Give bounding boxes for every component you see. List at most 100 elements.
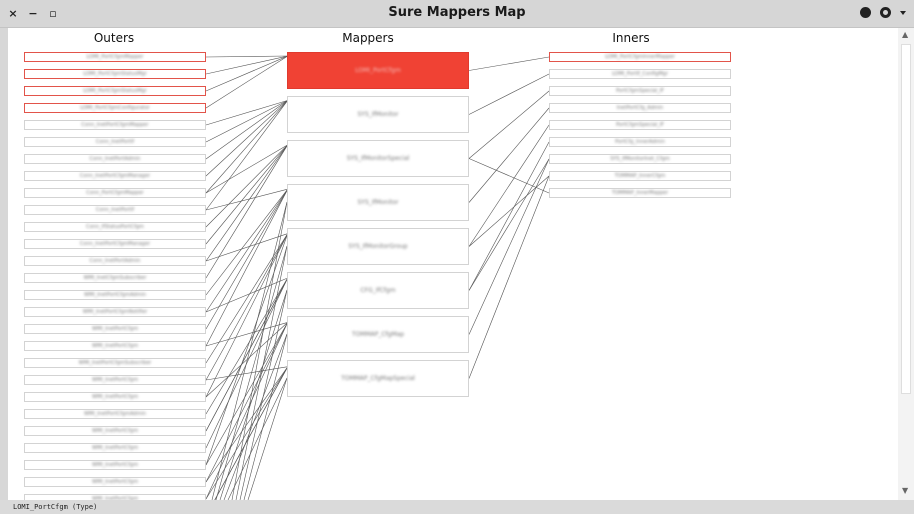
outer-node-label: Conn_InetPortCfgmManager — [79, 241, 151, 247]
outer-node[interactable]: Conn_InetPortCfgmManager — [24, 171, 206, 181]
inner-node[interactable]: LOMI_PortIf_ConfigMgr — [549, 69, 731, 79]
inner-node-label: SYS_IfMonitorInet_Cfgm — [610, 156, 670, 162]
outer-node[interactable]: Conn_InetPortCfgmManager — [24, 239, 206, 249]
scroll-up-icon[interactable]: ▲ — [902, 30, 908, 39]
ring-icon[interactable] — [880, 7, 891, 18]
outer-node-label: WMI_InetPortCfgm — [91, 343, 139, 349]
connection-line — [205, 189, 288, 211]
outer-node[interactable]: Conn_InetPortIf — [24, 205, 206, 215]
mappers-header: Mappers — [342, 31, 394, 45]
outer-node[interactable]: LOMI_PortCfgmConfigurator — [24, 103, 206, 113]
mapper-node[interactable]: CFG_IfCfgm — [287, 272, 469, 309]
outer-node-label: Conn_InetPortIf — [95, 139, 135, 145]
connection-line — [205, 55, 288, 58]
inner-node[interactable]: TOMMAP_InnerMapper — [549, 188, 731, 198]
window-title: Sure Mappers Map — [388, 5, 526, 20]
inner-node[interactable]: InetPortCfg_Admin — [549, 103, 731, 113]
outer-node[interactable]: WMI_InetPortCfgm — [24, 477, 206, 487]
outer-node[interactable]: LOMI_PortCfgmStatusMgr — [24, 86, 206, 96]
outer-node-label: LOMI_PortCfgmStatusMgr — [83, 71, 147, 77]
scroll-thumb[interactable] — [901, 44, 911, 394]
outer-node[interactable]: LOMI_PortCfgmMapper — [24, 52, 206, 62]
outer-node[interactable]: LOMI_PortCfgmStatusMgr — [24, 69, 206, 79]
outer-node-label: Conn_InetPortAdmin — [89, 156, 141, 162]
connection-line — [205, 145, 288, 262]
inner-node[interactable]: SYS_IfMonitorInet_Cfgm — [549, 154, 731, 164]
inner-node[interactable]: PortCfgmSpecial_IF — [549, 86, 731, 96]
connection-line — [235, 245, 288, 500]
outer-node-label: WMI_InetPortCfgm — [91, 445, 139, 451]
mapper-node-label: LOMI_PortCfgm — [355, 67, 401, 74]
mapper-node-label: SYS_IfMonitorGroup — [348, 243, 408, 250]
outer-node[interactable]: WMI_InetPortCfgmAdmin — [24, 290, 206, 300]
mapper-node[interactable]: LOMI_PortCfgm — [287, 52, 469, 89]
connection-line — [205, 101, 288, 211]
connection-line — [219, 289, 288, 500]
outer-node-label: LOMI_PortCfgmStatusMgr — [83, 88, 147, 94]
inner-node-label: TOMMAP_InnerMapper — [611, 190, 669, 196]
connection-line — [205, 145, 288, 228]
outer-node-label: WMI_InetPortCfgmNotifier — [82, 309, 148, 315]
outer-node-label: WMI_InetPortCfgmSubscriber — [78, 360, 152, 366]
outer-node[interactable]: Conn_IfStatusPortCfgm — [24, 222, 206, 232]
outer-node[interactable]: WMI_InetPortCfgm — [24, 341, 206, 351]
connection-line — [205, 145, 288, 245]
connection-line — [468, 107, 550, 203]
connection-line — [468, 175, 550, 247]
mapper-node-label: SYS_IfMonitor — [357, 111, 399, 118]
scroll-down-icon[interactable]: ▼ — [902, 486, 908, 495]
outer-node[interactable]: WMI_InetPortCfgm — [24, 426, 206, 436]
outer-node[interactable]: WMI_InetPortCfgmAdmin — [24, 409, 206, 419]
outer-node[interactable]: Conn_InetPortIf — [24, 137, 206, 147]
mapper-node[interactable]: SYS_IfMonitor — [287, 96, 469, 133]
inner-node[interactable]: TOMMAP_InnerCfgm — [549, 171, 731, 181]
connection-line — [205, 366, 288, 381]
outer-node-label: WMI_InetPortCfgmAdmin — [83, 292, 147, 298]
connection-line — [243, 333, 288, 500]
outer-node[interactable]: Conn_InetPortAdmin — [24, 256, 206, 266]
outer-node-label: Conn_IfStatusPortCfgm — [86, 224, 144, 230]
outer-node[interactable]: WMI_InetPortCfgmSubscriber — [24, 358, 206, 368]
inner-node-label: TOMMAP_InnerCfgm — [614, 173, 666, 179]
outer-node[interactable]: WMI_InetPortCfgm — [24, 460, 206, 470]
mapper-node[interactable]: TOMMAP_CfgMap — [287, 316, 469, 353]
vertical-scrollbar[interactable]: ▲ ▼ — [898, 28, 914, 500]
mapper-node[interactable]: SYS_IfMonitor — [287, 184, 469, 221]
connection-line — [468, 90, 550, 159]
outer-node-label: Conn_InetPortIf — [95, 207, 135, 213]
outer-node[interactable]: Conn_PortCfgmMapper — [24, 188, 206, 198]
inner-node[interactable]: PortCfgmSpecial_IF — [549, 120, 731, 130]
outer-node-label: WMI_InetPortCfgmAdmin — [83, 411, 147, 417]
inner-node-label: PortCfg_InnerAdmin — [615, 139, 665, 145]
inner-node[interactable]: PortCfg_InnerAdmin — [549, 137, 731, 147]
mapper-node-label: CFG_IfCfgm — [360, 287, 396, 294]
connection-line — [468, 175, 550, 379]
outer-node-label: LOMI_PortCfgmConfigurator — [80, 105, 150, 111]
outer-node[interactable]: WMI_InetPortCfgmNotifier — [24, 307, 206, 317]
inner-node-label: LOMI_PortIf_ConfigMgr — [611, 71, 669, 77]
chevron-down-icon[interactable] — [900, 10, 906, 15]
inner-node[interactable]: LOMI_PortCfgmInnerMapper — [549, 52, 731, 62]
outer-node-label: Conn_InetPortCfgmManager — [79, 173, 151, 179]
connection-line — [205, 55, 288, 75]
outer-node[interactable]: WMI_InetPortCfgm — [24, 324, 206, 334]
outer-node-label: WMI_InetPortCfgm — [91, 462, 139, 468]
outer-node-label: WMI_InetCfgmSubscriber — [83, 275, 147, 281]
outer-node-label: WMI_InetPortCfgm — [91, 394, 139, 400]
inners-header: Inners — [612, 31, 650, 45]
mapper-node[interactable]: SYS_IfMonitorSpecial — [287, 140, 469, 177]
outer-node[interactable]: Conn_InetPortCfgmMapper — [24, 120, 206, 130]
map-canvas: Outers Mappers Inners LOMI_PortCfgmMappe… — [8, 28, 898, 500]
outer-node[interactable]: WMI_InetPortCfgm — [24, 392, 206, 402]
outer-node[interactable]: WMI_InetPortCfgm — [24, 375, 206, 385]
outer-node-label: Conn_PortCfgmMapper — [86, 190, 144, 196]
inner-node-label: InetPortCfg_Admin — [616, 105, 664, 111]
mapper-node[interactable]: TOMMAP_CfgMapSpecial — [287, 360, 469, 397]
connection-line — [468, 73, 550, 115]
inner-node-label: PortCfgmSpecial_IF — [615, 122, 665, 128]
outer-node[interactable]: Conn_InetPortAdmin — [24, 154, 206, 164]
mapper-node[interactable]: SYS_IfMonitorGroup — [287, 228, 469, 265]
outer-node[interactable]: WMI_InetPortCfgm — [24, 443, 206, 453]
circle-icon[interactable] — [860, 7, 871, 18]
outer-node[interactable]: WMI_InetCfgmSubscriber — [24, 273, 206, 283]
